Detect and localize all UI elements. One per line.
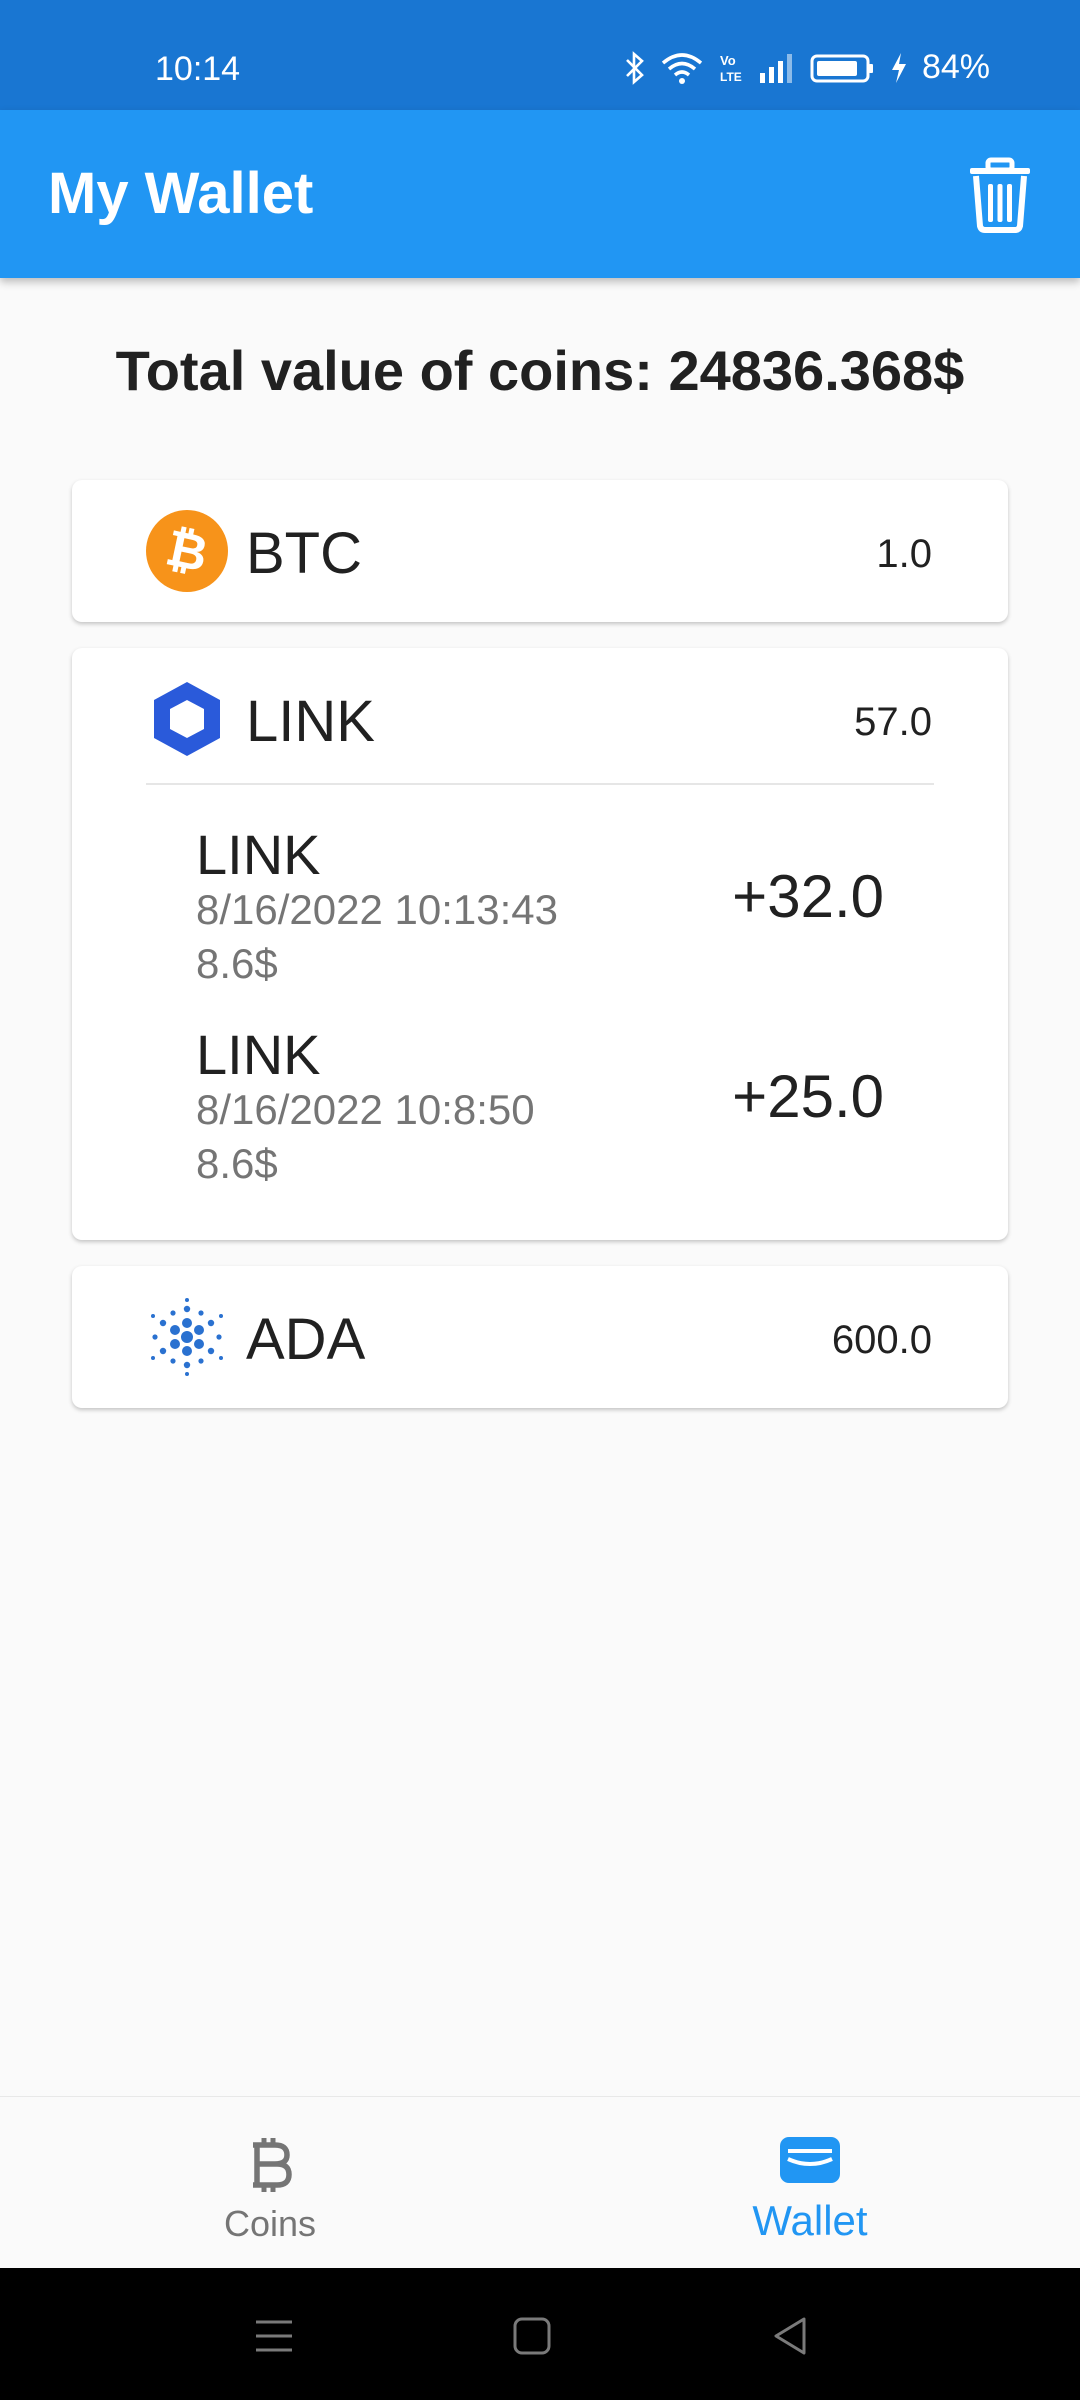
coin-symbol: LINK bbox=[246, 689, 375, 754]
transaction-change: +25.0 bbox=[732, 1063, 884, 1130]
trash-icon bbox=[970, 157, 1030, 233]
nav-item-coins[interactable]: Coins bbox=[0, 2097, 540, 2269]
coin-header: LINK 57.0 bbox=[72, 648, 1008, 790]
transaction-item[interactable]: LINK 8/16/2022 10:8:50 8.6$ +25.0 bbox=[72, 1022, 1008, 1212]
system-navigation-bar bbox=[0, 2268, 1080, 2400]
transaction-item[interactable]: LINK 8/16/2022 10:13:43 8.6$ +32.0 bbox=[72, 822, 1008, 1012]
signal-icon bbox=[759, 53, 792, 83]
nav-label: Coins bbox=[223, 2203, 317, 2244]
bitcoin-symbol-icon bbox=[253, 2138, 292, 2192]
charging-icon bbox=[891, 52, 906, 83]
transaction-date: 8/16/2022 10:13:43 bbox=[196, 886, 559, 933]
bottom-navigation: Coins Wallet bbox=[0, 2096, 1080, 2268]
transaction-date: 8/16/2022 10:8:50 bbox=[196, 1086, 535, 1133]
nav-label: Wallet bbox=[752, 2197, 868, 2244]
coin-header: ₿ BTC 1.0 bbox=[72, 480, 1008, 622]
coin-amount: 1.0 bbox=[876, 532, 932, 576]
cardano-icon bbox=[151, 1298, 223, 1376]
volte-icon: Vo LTE bbox=[720, 53, 742, 84]
total-value: Total value of coins: 24836.368$ bbox=[115, 339, 965, 402]
home-icon[interactable] bbox=[502, 2306, 562, 2366]
battery-percent: 84% bbox=[921, 48, 990, 86]
bitcoin-icon: ₿ bbox=[146, 510, 228, 592]
wallet-icon bbox=[780, 2137, 840, 2183]
bluetooth-icon bbox=[626, 50, 644, 85]
coin-symbol: BTC bbox=[246, 521, 362, 586]
status-bar: 10:14 Vo LTE 84% bbox=[0, 0, 1080, 110]
coin-header: ADA 600.0 bbox=[72, 1266, 1008, 1408]
back-icon[interactable] bbox=[760, 2306, 820, 2366]
status-icons: Vo LTE 84% bbox=[624, 48, 990, 87]
wifi-icon bbox=[661, 52, 703, 84]
transaction-price: 8.6$ bbox=[196, 940, 278, 987]
coin-symbol: ADA bbox=[246, 1307, 366, 1372]
svg-text:LTE: LTE bbox=[720, 70, 742, 84]
status-time: 10:14 bbox=[155, 50, 241, 88]
delete-button[interactable] bbox=[960, 154, 1040, 234]
coin-card-link[interactable]: LINK 57.0 LINK 8/16/2022 10:13:43 8.6$ +… bbox=[72, 648, 1008, 1240]
page-title: My Wallet bbox=[48, 161, 314, 226]
transaction-price: 8.6$ bbox=[196, 1140, 278, 1187]
transaction-coin: LINK bbox=[196, 823, 321, 886]
transaction-coin: LINK bbox=[196, 1023, 321, 1086]
svg-text:Vo: Vo bbox=[720, 53, 736, 68]
transaction-change: +32.0 bbox=[732, 863, 884, 930]
chainlink-icon bbox=[154, 682, 220, 756]
nav-item-wallet[interactable]: Wallet bbox=[540, 2097, 1080, 2269]
coin-card-ada[interactable]: ADA 600.0 bbox=[72, 1266, 1008, 1408]
coin-amount: 57.0 bbox=[854, 700, 932, 744]
divider bbox=[146, 783, 934, 785]
battery-icon bbox=[810, 54, 873, 82]
app-bar: My Wallet bbox=[0, 110, 1080, 278]
menu-icon[interactable] bbox=[244, 2306, 304, 2366]
coin-card-btc[interactable]: ₿ BTC 1.0 bbox=[72, 480, 1008, 622]
coin-amount: 600.0 bbox=[831, 1318, 932, 1362]
